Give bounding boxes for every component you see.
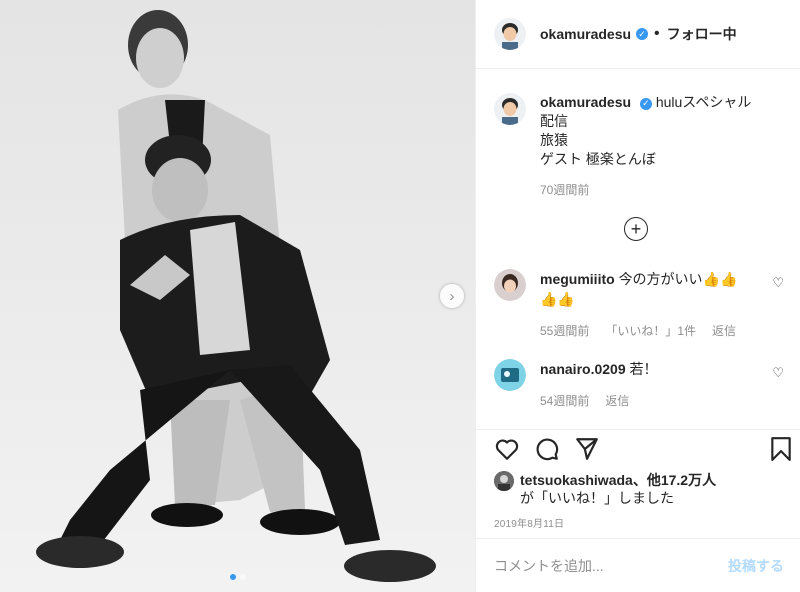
likes-others[interactable]: 、他17.2万人 — [633, 472, 716, 488]
comment-bubble-icon[interactable] — [534, 436, 560, 462]
photo-illustration — [0, 0, 475, 592]
avatar[interactable] — [494, 359, 526, 391]
reply-button[interactable]: 返信 — [605, 391, 629, 411]
avatar[interactable] — [494, 93, 526, 125]
avatar[interactable] — [494, 269, 526, 301]
next-photo-button[interactable]: › — [440, 284, 464, 308]
verified-badge-icon: ✓ — [636, 28, 649, 40]
carousel-dot — [239, 574, 246, 580]
post-header: okamuradesu ✓ • フォロー中 — [476, 0, 800, 69]
comments-section: okamuradesu ✓ huluスペシャル配信 旅猿 ゲスト 極楽とんぼ 7… — [476, 69, 800, 430]
reply-button[interactable]: 返信 — [712, 321, 736, 341]
likes-username[interactable]: tetsuokashiwada — [520, 472, 633, 488]
carousel-dot-active — [229, 574, 236, 580]
avatar[interactable] — [494, 18, 526, 50]
comment-item: nanairo.0209 若！ 54週間前 返信 ♡ — [494, 359, 784, 411]
post-username[interactable]: okamuradesu — [540, 26, 631, 42]
likes-suffix: が「いいね！」しました — [520, 490, 674, 506]
comment-like-count[interactable]: 「いいね！」1件 — [605, 321, 696, 341]
post-actions — [494, 436, 794, 466]
caption-line: 旅猿 — [540, 132, 568, 148]
follow-separator: • — [654, 25, 660, 42]
comment-timestamp[interactable]: 54週間前 — [540, 391, 589, 411]
heart-icon[interactable]: ♡ — [772, 275, 784, 291]
avatar[interactable] — [494, 471, 514, 491]
carousel-indicator — [0, 574, 475, 580]
comment-text: 若！ — [629, 361, 658, 377]
load-more-comments-button[interactable]: + — [624, 217, 648, 241]
comment-timestamp[interactable]: 55週間前 — [540, 321, 589, 341]
comment-input[interactable] — [492, 556, 728, 575]
plus-circle-icon: + — [630, 219, 642, 239]
chevron-right-icon: › — [449, 287, 455, 305]
follow-status-button[interactable]: フォロー中 — [667, 24, 737, 44]
caption-line: ゲスト 極楽とんぼ — [540, 151, 656, 167]
post-photo[interactable]: › — [0, 0, 475, 592]
caption-username[interactable]: okamuradesu — [540, 94, 631, 110]
bookmark-icon[interactable] — [770, 436, 792, 462]
comment-item: megumiiito 今の方がいい👍👍👍👍 55週間前 「いいね！」1件 返信 … — [494, 269, 784, 341]
share-plane-icon[interactable] — [574, 436, 600, 462]
likes-summary: tetsuokashiwada、他17.2万人 が「いいね！」しました — [494, 471, 716, 507]
like-heart-icon[interactable] — [494, 436, 520, 462]
post-side-panel: okamuradesu ✓ • フォロー中 okamuradesu ✓ hulu… — [475, 0, 800, 592]
post-date[interactable]: 2019年8月11日 — [494, 515, 564, 530]
caption-verified-icon: ✓ — [639, 97, 652, 110]
add-comment-bar: 投稿する — [476, 538, 800, 592]
post-caption: okamuradesu ✓ huluスペシャル配信 旅猿 ゲスト 極楽とんぼ 7… — [494, 93, 760, 200]
heart-icon[interactable]: ♡ — [772, 365, 784, 381]
caption-timestamp[interactable]: 70週間前 — [540, 181, 760, 200]
comment-username[interactable]: megumiiito — [540, 271, 615, 287]
post-comment-button[interactable]: 投稿する — [728, 556, 784, 576]
comment-username[interactable]: nanairo.0209 — [540, 361, 626, 377]
